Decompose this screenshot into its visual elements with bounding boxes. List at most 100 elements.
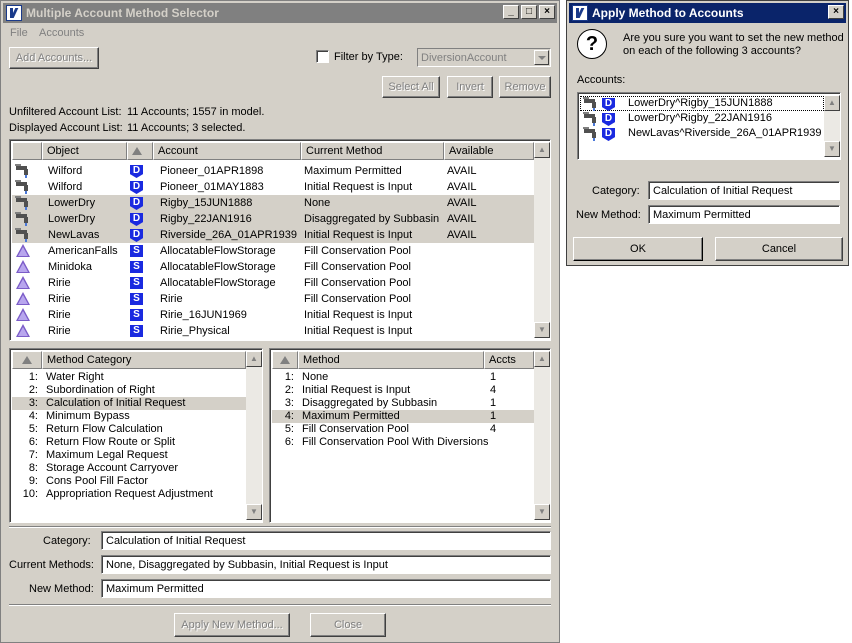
list-item[interactable]: 1: None 1 bbox=[272, 371, 534, 384]
ok-button[interactable]: OK bbox=[573, 237, 703, 261]
method-table-scrollbar[interactable]: ▲ ▼ bbox=[534, 351, 550, 520]
account-name: Pioneer_01MAY1883 bbox=[160, 181, 264, 193]
col-header-method-category[interactable]: Method Category bbox=[42, 351, 246, 369]
table-row[interactable]: Minidoka S AllocatableFlowStorage Fill Cons… bbox=[12, 259, 534, 275]
list-item[interactable]: 4: Minimum Bypass bbox=[12, 410, 246, 423]
col-header-accts[interactable]: Accts bbox=[484, 351, 534, 369]
diversion-account-icon: D bbox=[602, 113, 615, 126]
method-number: 5: bbox=[284, 423, 294, 435]
list-item[interactable]: 3: Disaggregated by Subbasin 1 bbox=[272, 397, 534, 410]
menu-file[interactable]: File bbox=[10, 27, 28, 39]
close-icon[interactable]: × bbox=[828, 5, 844, 19]
diversion-account-icon: D bbox=[130, 181, 143, 194]
col-header-object-name[interactable]: Object bbox=[42, 142, 127, 160]
dialog-accounts-list[interactable]: D LowerDry^Rigby_15JUN1888 D LowerDry^Rigby… bbox=[577, 92, 841, 160]
chevron-down-icon bbox=[534, 50, 549, 65]
list-item[interactable]: 2: Subordination of Right bbox=[12, 384, 246, 397]
table-row[interactable]: Ririe S Ririe_Physical Initial Request is I… bbox=[12, 323, 534, 339]
category-field[interactable]: Calculation of Initial Request bbox=[101, 531, 551, 550]
close-button[interactable]: Close bbox=[310, 613, 386, 637]
scroll-up-icon[interactable]: ▲ bbox=[534, 142, 550, 158]
apply-new-method-button[interactable]: Apply New Method... bbox=[174, 613, 290, 637]
method-category-table[interactable]: Method Category 1: Water Right 2: Subordina… bbox=[9, 348, 263, 523]
category-label: Water Right bbox=[46, 371, 104, 383]
table-row[interactable]: Ririe S AllocatableFlowStorage Fill Conserv… bbox=[12, 275, 534, 291]
category-number: 4: bbox=[28, 410, 38, 422]
current-method: Initial Request is Input bbox=[304, 325, 413, 337]
list-item[interactable]: 3: Calculation of Initial Request bbox=[12, 397, 246, 410]
col-header-category-sort[interactable] bbox=[12, 351, 42, 369]
col-header-type[interactable] bbox=[127, 142, 153, 160]
table-row[interactable]: Wilford D Pioneer_01APR1898 Maximum Permitt… bbox=[12, 163, 534, 179]
main-titlebar[interactable]: Multiple Account Method Selector _ □ × bbox=[3, 3, 557, 23]
method-label: None bbox=[302, 371, 329, 383]
scroll-down-icon[interactable]: ▼ bbox=[246, 504, 262, 520]
maximize-icon[interactable]: □ bbox=[521, 5, 537, 19]
scroll-down-icon[interactable]: ▼ bbox=[534, 322, 550, 338]
diversion-faucet-icon bbox=[583, 112, 599, 126]
object-name: NewLavas bbox=[48, 229, 100, 241]
current-methods-label: Current Methods: bbox=[9, 559, 94, 571]
method-accts: 1 bbox=[490, 410, 497, 422]
storage-account-icon: S bbox=[130, 245, 143, 257]
add-accounts-button[interactable]: Add Accounts... bbox=[9, 47, 99, 69]
list-item[interactable]: 6: Fill Conservation Pool With Diversions bbox=[272, 436, 534, 449]
remove-button[interactable]: Remove bbox=[499, 76, 551, 98]
table-row[interactable]: NewLavas D Riverside_26A_01APR1939 Initial … bbox=[12, 227, 534, 243]
invert-button[interactable]: Invert bbox=[447, 76, 493, 98]
method-table[interactable]: Method Accts 1: None 1 2: Initial Request is… bbox=[269, 348, 551, 523]
list-item[interactable]: D LowerDry^Rigby_15JUN1888 bbox=[580, 96, 824, 111]
list-item[interactable]: D LowerDry^Rigby_22JAN1916 bbox=[580, 111, 824, 126]
list-item[interactable]: 9: Cons Pool Fill Factor bbox=[12, 475, 246, 488]
table-row[interactable]: Wilford D Pioneer_01MAY1883 Initial Request… bbox=[12, 179, 534, 195]
dialog-category-field[interactable]: Calculation of Initial Request bbox=[648, 181, 840, 200]
select-all-button[interactable]: Select All bbox=[382, 76, 440, 98]
dialog-list-scrollbar[interactable]: ▲ ▼ bbox=[824, 95, 840, 157]
dialog-new-method-field[interactable]: Maximum Permitted bbox=[648, 205, 840, 224]
col-header-object[interactable] bbox=[12, 142, 42, 160]
table-row[interactable]: LowerDry D Rigby_15JUN1888 None AVAIL bbox=[12, 195, 534, 211]
dialog-titlebar[interactable]: Apply Method to Accounts × bbox=[569, 3, 846, 23]
account-table-scrollbar[interactable]: ▲ ▼ bbox=[534, 142, 550, 338]
filter-type-dropdown[interactable]: DiversionAccount bbox=[417, 48, 551, 67]
list-item[interactable]: 1: Water Right bbox=[12, 371, 246, 384]
object-name: Minidoka bbox=[48, 261, 93, 273]
category-label: Minimum Bypass bbox=[46, 410, 130, 422]
list-item[interactable]: D NewLavas^Riverside_26A_01APR1939 bbox=[580, 126, 824, 141]
dialog-category-label: Category: bbox=[592, 185, 640, 197]
list-item[interactable]: 8: Storage Account Carryover bbox=[12, 462, 246, 475]
scroll-up-icon[interactable]: ▲ bbox=[246, 351, 262, 367]
close-icon[interactable]: × bbox=[539, 5, 555, 19]
list-item[interactable]: 5: Return Flow Calculation bbox=[12, 423, 246, 436]
col-header-method[interactable]: Method bbox=[298, 351, 484, 369]
scroll-up-icon[interactable]: ▲ bbox=[534, 351, 550, 367]
list-item[interactable]: 6: Return Flow Route or Split bbox=[12, 436, 246, 449]
category-table-scrollbar[interactable]: ▲ ▼ bbox=[246, 351, 262, 520]
new-method-field[interactable]: Maximum Permitted bbox=[101, 579, 551, 598]
filter-checkbox[interactable] bbox=[316, 50, 329, 63]
col-header-available[interactable]: Available bbox=[444, 142, 534, 160]
table-row[interactable]: LowerDry D Rigby_22JAN1916 Disaggregated by… bbox=[12, 211, 534, 227]
col-header-current-method[interactable]: Current Method bbox=[301, 142, 444, 160]
col-header-account[interactable]: Account bbox=[153, 142, 301, 160]
account-table[interactable]: Object Account Current Method Available … bbox=[9, 139, 551, 341]
table-row[interactable]: AmericanFalls S AllocatableFlowStorage Fill… bbox=[12, 243, 534, 259]
col-header-method-sort[interactable] bbox=[272, 351, 298, 369]
scroll-up-icon[interactable]: ▲ bbox=[824, 95, 840, 111]
cancel-button[interactable]: Cancel bbox=[715, 237, 843, 261]
table-row[interactable]: Ririe S Ririe Fill Conservation Pool bbox=[12, 291, 534, 307]
method-label: Initial Request is Input bbox=[302, 384, 411, 396]
list-item[interactable]: 7: Maximum Legal Request bbox=[12, 449, 246, 462]
scroll-down-icon[interactable]: ▼ bbox=[824, 141, 840, 157]
list-item[interactable]: 4: Maximum Permitted 1 bbox=[272, 410, 534, 423]
scroll-down-icon[interactable]: ▼ bbox=[534, 504, 550, 520]
table-row[interactable]: Ririe S Ririe_16JUN1969 Initial Request is … bbox=[12, 307, 534, 323]
current-methods-field[interactable]: None, Disaggregated by Subbasin, Initial… bbox=[101, 555, 551, 574]
minimize-icon[interactable]: _ bbox=[503, 5, 519, 19]
list-item[interactable]: 5: Fill Conservation Pool 4 bbox=[272, 423, 534, 436]
dialog-message-line2: on each of the following 3 accounts? bbox=[623, 45, 801, 57]
list-item[interactable]: 10: Appropriation Request Adjustment bbox=[12, 488, 246, 501]
account-name: Ririe_Physical bbox=[160, 325, 230, 337]
list-item[interactable]: 2: Initial Request is Input 4 bbox=[272, 384, 534, 397]
menu-accounts[interactable]: Accounts bbox=[39, 27, 84, 39]
